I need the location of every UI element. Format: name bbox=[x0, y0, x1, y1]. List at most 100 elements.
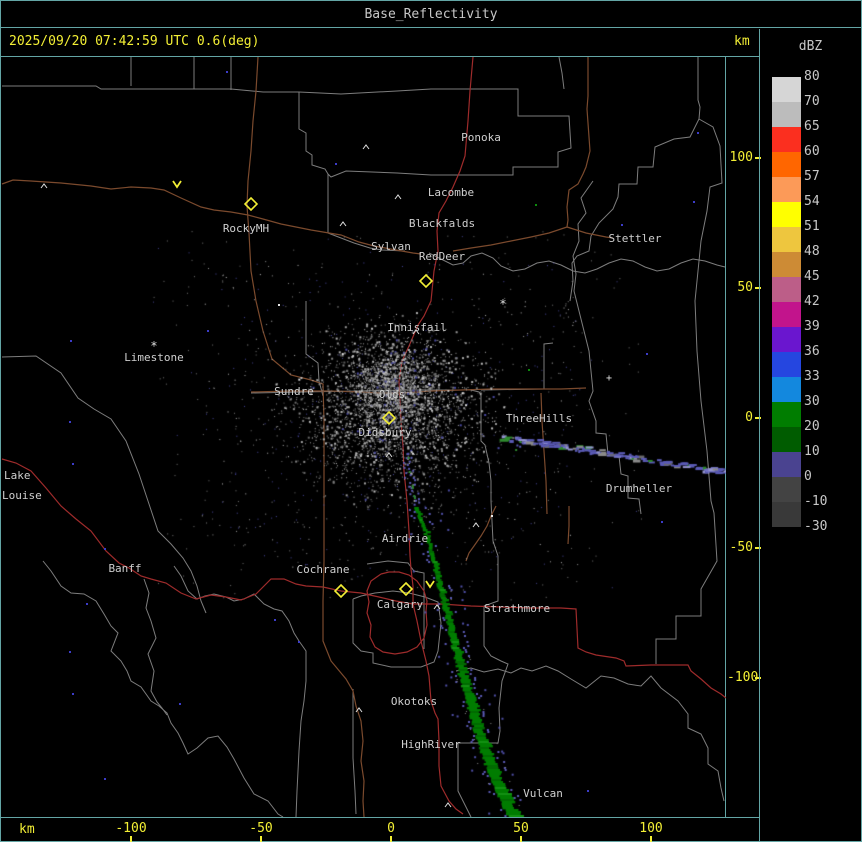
x-tick-mark bbox=[520, 836, 522, 842]
colorbar-label: 45 bbox=[804, 269, 820, 284]
colorbar-swatch bbox=[772, 177, 801, 202]
radar-site-diamond-icon[interactable] bbox=[418, 273, 434, 289]
lake-dot bbox=[86, 603, 88, 605]
colorbar-swatch bbox=[772, 427, 801, 452]
y-tick-label: -50 bbox=[729, 540, 753, 555]
colorbar-label: 80 bbox=[804, 69, 820, 84]
peak-caret-icon bbox=[385, 452, 393, 458]
colorbar-swatch bbox=[772, 502, 801, 527]
colorbar-label: 54 bbox=[804, 194, 820, 209]
x-axis: km -100 -50 0 50 100 bbox=[1, 817, 759, 842]
peak-caret-icon bbox=[394, 194, 402, 200]
lake-dot bbox=[226, 71, 228, 73]
lake-dot bbox=[69, 421, 71, 423]
lake-dot bbox=[661, 521, 663, 523]
colorbar-swatch bbox=[772, 302, 801, 327]
title-bar: Base_Reflectivity bbox=[1, 1, 861, 28]
x-tick-label: 0 bbox=[387, 821, 395, 836]
green-dot bbox=[528, 369, 530, 371]
peak-caret-icon bbox=[339, 221, 347, 227]
colorbar-label: -30 bbox=[804, 519, 828, 534]
radar-site-diamond-icon[interactable] bbox=[333, 583, 349, 599]
colorbar-label: 20 bbox=[804, 419, 820, 434]
colorbar-swatch bbox=[772, 77, 801, 102]
colorbar-label: 39 bbox=[804, 319, 820, 334]
colorbar-label: -10 bbox=[804, 494, 828, 509]
x-tick-mark bbox=[390, 836, 392, 842]
y-tick-label: 0 bbox=[745, 410, 753, 425]
peak-caret-icon bbox=[362, 144, 370, 150]
y-tick-label: 100 bbox=[729, 150, 753, 165]
x-tick-mark bbox=[650, 836, 652, 842]
lake-dot bbox=[697, 132, 699, 134]
y-tick-label: -100 bbox=[727, 670, 759, 685]
city-label: Stettler bbox=[609, 232, 662, 245]
lake-dot bbox=[693, 201, 695, 203]
city-label: Olds bbox=[379, 388, 406, 401]
city-label: Calgary bbox=[377, 598, 424, 611]
colorbar-swatch bbox=[772, 277, 801, 302]
city-label: Vulcan bbox=[523, 787, 563, 800]
colorbar-swatch bbox=[772, 127, 801, 152]
colorbar-unit-label: dBZ bbox=[798, 39, 823, 54]
city-label: Sundre bbox=[274, 385, 314, 398]
peak-caret-icon bbox=[433, 604, 441, 610]
colorbar-label: 42 bbox=[804, 294, 820, 309]
radar-site-diamond-icon[interactable] bbox=[398, 581, 414, 597]
colorbar-swatch bbox=[772, 252, 801, 277]
lake-dot bbox=[207, 330, 209, 332]
colorbar-label: 70 bbox=[804, 94, 820, 109]
colorbar-swatch bbox=[772, 377, 801, 402]
station-check-icon[interactable] bbox=[172, 180, 182, 189]
white-dot bbox=[278, 304, 280, 306]
colorbar-swatch bbox=[772, 327, 801, 352]
peak-caret-icon bbox=[444, 802, 452, 808]
lake-dot bbox=[72, 693, 74, 695]
station-check-icon[interactable] bbox=[425, 580, 435, 589]
colorbar-panel: dBZ 80 70 65 60 57 54 51 48 45 42 39 36 33 30 20 10 0 -10… bbox=[759, 29, 861, 841]
city-label: Lacombe bbox=[428, 186, 474, 199]
lake-dot bbox=[104, 548, 106, 550]
colorbar-label: 0 bbox=[804, 469, 812, 484]
x-tick-mark bbox=[130, 836, 132, 842]
lake-dot bbox=[646, 353, 648, 355]
colorbar-swatch bbox=[772, 402, 801, 427]
white-dot bbox=[491, 515, 493, 517]
y-tick-label: 50 bbox=[737, 280, 753, 295]
star-icon: * bbox=[499, 297, 506, 311]
lake-dot bbox=[69, 651, 71, 653]
city-label: Sylvan bbox=[371, 240, 411, 253]
colorbar-label: 33 bbox=[804, 369, 820, 384]
lake-dot bbox=[70, 340, 72, 342]
x-axis-unit-label: km bbox=[19, 822, 35, 837]
city-label: RockyMH bbox=[223, 222, 269, 235]
colorbar-label: 57 bbox=[804, 169, 820, 184]
x-tick-label: -100 bbox=[115, 821, 147, 836]
lake-dot bbox=[72, 463, 74, 465]
city-label: Okotoks bbox=[391, 695, 437, 708]
city-label: Strathmore bbox=[484, 602, 550, 615]
peak-caret-icon bbox=[472, 522, 480, 528]
radar-app-window: Base_Reflectivity 2025/09/20 07:42:59 UT… bbox=[0, 0, 862, 842]
city-label: HighRiver bbox=[401, 738, 461, 751]
colorbar-label: 60 bbox=[804, 144, 820, 159]
city-label: Didsbury bbox=[359, 426, 412, 439]
city-label: Limestone bbox=[124, 351, 184, 364]
info-bar: 2025/09/20 07:42:59 UTC 0.6(deg) km bbox=[1, 29, 759, 57]
window-title: Base_Reflectivity bbox=[364, 7, 498, 22]
peak-caret-icon bbox=[40, 183, 48, 189]
colorbar-swatches bbox=[772, 77, 801, 527]
lake-dot bbox=[621, 224, 623, 226]
lake-dot bbox=[298, 641, 300, 643]
colorbar-label: 48 bbox=[804, 244, 820, 259]
radar-map[interactable]: * * + Ponoka Lacombe Blackfalds Sylvan RedDeer S… bbox=[1, 57, 726, 817]
colorbar-swatch bbox=[772, 452, 801, 477]
radar-site-diamond-icon[interactable] bbox=[381, 410, 397, 426]
plus-icon: + bbox=[606, 373, 612, 384]
colorbar-swatch bbox=[772, 202, 801, 227]
radar-site-diamond-icon[interactable] bbox=[243, 196, 259, 212]
city-label: Cochrane bbox=[297, 563, 350, 576]
city-label: Blackfalds bbox=[409, 217, 475, 230]
city-label: ThreeHills bbox=[506, 412, 572, 425]
colorbar-swatch bbox=[772, 152, 801, 177]
